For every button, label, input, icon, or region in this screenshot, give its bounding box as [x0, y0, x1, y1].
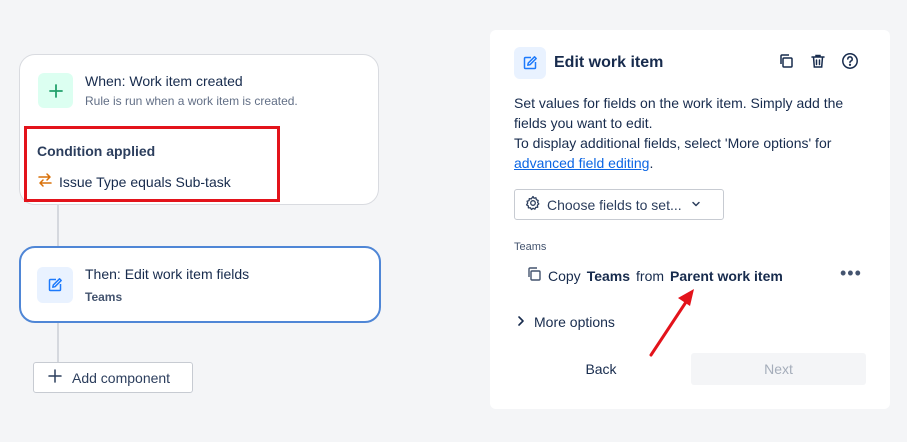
back-button[interactable]: Back: [570, 354, 632, 384]
copy-prefix: Copy: [548, 267, 581, 284]
choose-fields-dropdown[interactable]: Choose fields to set...: [514, 189, 724, 220]
condition-heading: Condition applied: [37, 143, 156, 159]
next-button[interactable]: Next: [691, 353, 866, 385]
description-suffix: .: [649, 155, 654, 171]
help-icon: [841, 52, 859, 75]
pencil-edit-icon: [514, 47, 546, 79]
description-line-1: Set values for fields on the work item. …: [514, 95, 844, 131]
trigger-subtitle: Rule is run when a work item is created.: [85, 94, 298, 108]
chevron-right-icon: [516, 314, 526, 330]
advanced-field-editing-link[interactable]: advanced field editing: [514, 155, 649, 171]
panel-description: Set values for fields on the work item. …: [514, 93, 874, 173]
add-component-label: Add component: [72, 369, 171, 386]
more-options-toggle[interactable]: More options: [516, 314, 615, 330]
condition-text: Issue Type equals Sub-task: [59, 173, 231, 190]
field-label-teams: Teams: [514, 241, 547, 253]
chevron-down-icon: [690, 197, 702, 213]
plus-icon: [48, 369, 62, 386]
plus-icon: [38, 73, 73, 108]
action-subtitle: Teams: [85, 290, 123, 304]
gear-icon: [525, 195, 541, 214]
copy-field-name: Teams: [586, 267, 631, 284]
more-horizontal-icon[interactable]: •••: [840, 264, 862, 282]
action-title: Then: Edit work item fields: [85, 266, 250, 282]
description-line-2: To display additional fields, select 'Mo…: [514, 135, 832, 151]
flow-connector-bottom: [57, 323, 59, 362]
more-options-label: More options: [534, 314, 615, 330]
help-button[interactable]: [839, 52, 861, 74]
trash-icon: [810, 53, 826, 74]
action-card[interactable]: Then: Edit work item fields Teams: [19, 246, 381, 323]
trigger-title: When: Work item created: [85, 73, 243, 89]
copy-icon: [526, 266, 542, 285]
annotation-arrow: [649, 289, 694, 357]
condition-highlight-box[interactable]: Condition applied Issue Type equals Sub-…: [24, 126, 280, 202]
flow-connector-top: [57, 205, 59, 246]
pencil-edit-icon: [37, 267, 73, 303]
delete-button[interactable]: [807, 52, 829, 74]
duplicate-button[interactable]: [775, 52, 797, 74]
add-component-button[interactable]: Add component: [33, 362, 193, 393]
choose-fields-label: Choose fields to set...: [547, 196, 682, 213]
swap-arrows-icon: [37, 172, 53, 191]
condition-row: Issue Type equals Sub-task: [37, 172, 231, 191]
duplicate-icon: [778, 53, 794, 74]
panel-title: Edit work item: [554, 54, 664, 71]
